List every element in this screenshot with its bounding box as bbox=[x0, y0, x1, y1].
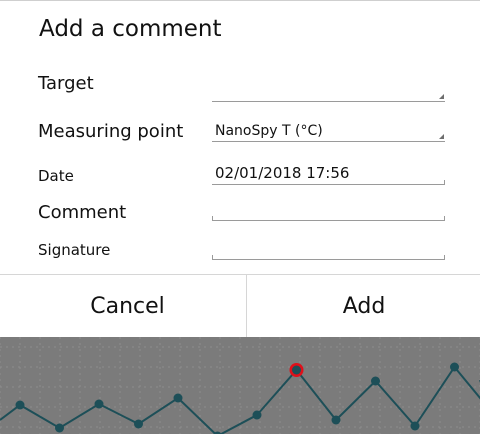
data-point bbox=[411, 422, 420, 431]
date-label: Date bbox=[38, 167, 74, 185]
dropdown-arrow-icon bbox=[439, 94, 444, 99]
measuring-point-dropdown[interactable]: NanoSpy T (°C) bbox=[212, 121, 445, 142]
data-point bbox=[95, 400, 104, 409]
data-point bbox=[332, 416, 341, 425]
data-point bbox=[253, 411, 262, 420]
series-points bbox=[16, 363, 480, 435]
date-value: 02/01/2018 17:56 bbox=[215, 164, 349, 182]
dropdown-arrow-icon bbox=[439, 134, 444, 139]
data-point bbox=[16, 401, 25, 410]
field-edge bbox=[444, 255, 445, 259]
target-label: Target bbox=[38, 73, 94, 94]
field-edge bbox=[212, 216, 213, 220]
data-point bbox=[450, 363, 459, 372]
target-dropdown[interactable] bbox=[212, 81, 445, 102]
date-field[interactable]: 02/01/2018 17:56 bbox=[212, 164, 445, 185]
dialog-buttons: Cancel Add bbox=[0, 275, 480, 338]
cancel-button[interactable]: Cancel bbox=[10, 275, 245, 338]
add-comment-dialog: Add a comment Target Measuring point Nan… bbox=[0, 0, 480, 338]
data-point bbox=[371, 377, 380, 386]
data-point bbox=[55, 424, 64, 433]
chart-canvas bbox=[0, 337, 480, 434]
data-point bbox=[174, 394, 183, 403]
field-edge bbox=[444, 216, 445, 220]
field-edge bbox=[444, 180, 445, 184]
background-chart bbox=[0, 337, 480, 434]
data-point bbox=[134, 420, 143, 429]
dialog-title: Add a comment bbox=[39, 16, 222, 42]
comment-input[interactable] bbox=[212, 200, 445, 221]
series-line bbox=[0, 367, 480, 434]
measuring-point-value: NanoSpy T (°C) bbox=[215, 123, 323, 139]
add-button[interactable]: Add bbox=[246, 275, 480, 338]
field-edge bbox=[212, 255, 213, 259]
measuring-point-label: Measuring point bbox=[38, 121, 183, 142]
signature-input[interactable] bbox=[212, 239, 445, 260]
data-point bbox=[292, 366, 301, 375]
signature-label: Signature bbox=[38, 241, 110, 259]
comment-label: Comment bbox=[38, 202, 126, 223]
